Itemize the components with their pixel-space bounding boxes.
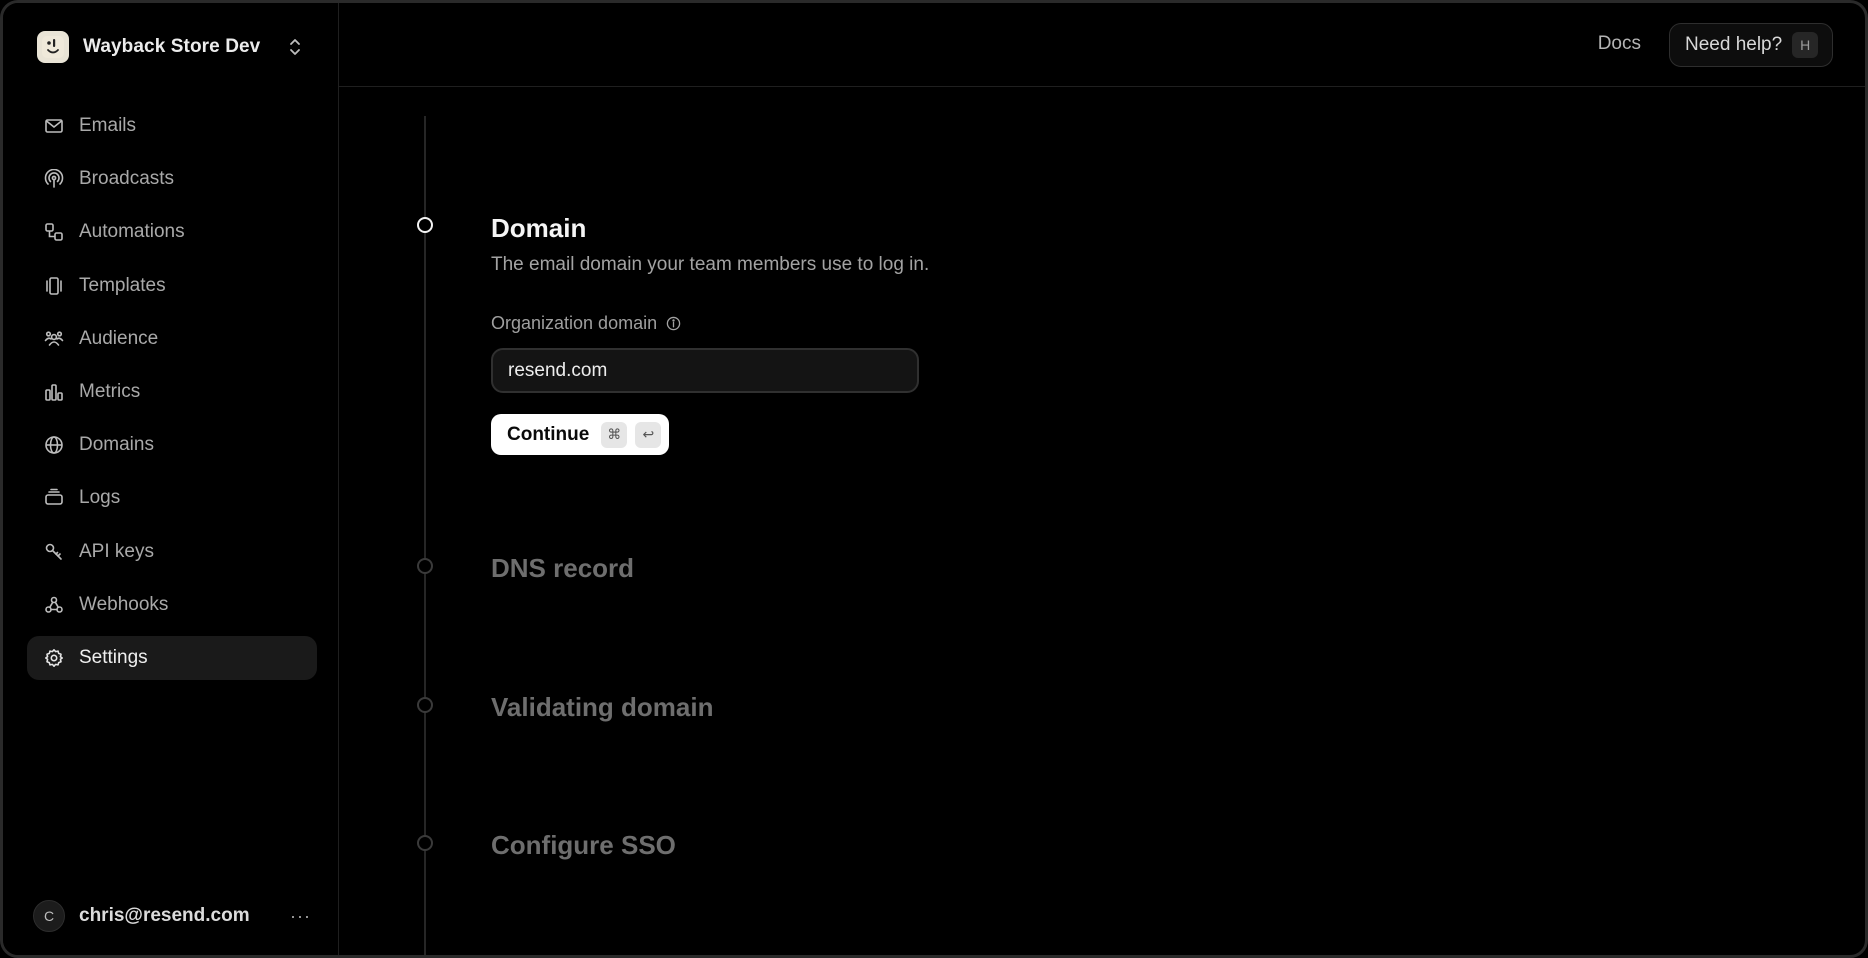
gear-icon: [43, 647, 65, 669]
sidebar-item-label: Settings: [79, 646, 148, 668]
step-description-domain: The email domain your team members use t…: [491, 254, 930, 275]
command-key-icon: ⌘: [601, 421, 628, 448]
step-title-domain: Domain: [491, 213, 587, 243]
avatar: C: [33, 900, 65, 932]
field-label-text: Organization domain: [491, 313, 658, 333]
step-indicator-validating: [417, 697, 433, 713]
audience-icon: [43, 328, 65, 350]
step-title-dns: DNS record: [491, 553, 635, 583]
sidebar: Wayback Store Dev Emails Broadcasts Auto…: [3, 3, 339, 955]
organization-domain-label: Organization domain: [491, 313, 681, 334]
sidebar-nav: Emails Broadcasts Automations Templates: [27, 104, 317, 689]
team-name: Wayback Store Dev: [83, 36, 261, 57]
team-logo: [37, 31, 69, 63]
step-title-sso: Configure SSO: [491, 830, 676, 860]
sidebar-item-logs[interactable]: Logs: [27, 476, 317, 520]
webhook-icon: [43, 594, 65, 616]
step-indicator-domain: [417, 217, 433, 233]
sidebar-item-label: Metrics: [79, 380, 141, 402]
continue-button[interactable]: Continue ⌘ ↩: [491, 414, 669, 455]
step-indicator-dns: [417, 558, 433, 574]
sidebar-item-emails[interactable]: Emails: [27, 104, 317, 148]
sidebar-item-automations[interactable]: Automations: [27, 210, 317, 254]
app-window: Wayback Store Dev Emails Broadcasts Auto…: [0, 0, 1868, 958]
team-switcher[interactable]: Wayback Store Dev: [37, 29, 307, 65]
key-icon: [43, 541, 65, 563]
sidebar-item-templates[interactable]: Templates: [27, 264, 317, 308]
globe-icon: [43, 434, 65, 456]
automation-icon: [43, 221, 65, 243]
sidebar-item-api-keys[interactable]: API keys: [27, 530, 317, 574]
sidebar-item-label: Logs: [79, 487, 121, 509]
more-options-icon[interactable]: ···: [290, 906, 311, 927]
sidebar-item-label: Broadcasts: [79, 168, 175, 190]
step-title-validating: Validating domain: [491, 692, 714, 722]
docs-link[interactable]: Docs: [1598, 33, 1641, 55]
templates-icon: [43, 275, 65, 297]
timeline-line: [424, 116, 426, 955]
sidebar-item-label: Automations: [79, 221, 185, 243]
organization-domain-input[interactable]: [491, 348, 919, 393]
sidebar-item-settings[interactable]: Settings: [27, 635, 317, 680]
continue-label: Continue: [507, 423, 590, 445]
sidebar-item-label: API keys: [79, 540, 154, 562]
sidebar-item-label: Templates: [79, 274, 166, 296]
sidebar-item-label: Audience: [79, 327, 159, 349]
sso-setup-stepper: Domain The email domain your team member…: [339, 88, 1865, 955]
sidebar-item-metrics[interactable]: Metrics: [27, 370, 317, 414]
help-shortcut-key: H: [1792, 32, 1819, 58]
sidebar-item-domains[interactable]: Domains: [27, 423, 317, 467]
sidebar-item-broadcasts[interactable]: Broadcasts: [27, 157, 317, 201]
mail-icon: [43, 115, 65, 137]
sidebar-item-label: Emails: [79, 115, 137, 136]
info-icon[interactable]: [665, 316, 681, 332]
sidebar-item-label: Webhooks: [79, 593, 169, 615]
need-help-label: Need help?: [1685, 34, 1783, 55]
broadcast-icon: [43, 168, 65, 190]
need-help-button[interactable]: Need help? H: [1669, 23, 1833, 67]
step-indicator-sso: [417, 835, 433, 851]
chevron-up-down-icon: [287, 36, 303, 58]
top-bar: Docs Need help? H: [339, 3, 1865, 87]
sidebar-item-label: Domains: [79, 434, 154, 456]
metrics-icon: [43, 381, 65, 403]
logs-icon: [43, 487, 65, 509]
user-menu[interactable]: C chris@resend.com ···: [33, 898, 313, 934]
sidebar-item-audience[interactable]: Audience: [27, 317, 317, 361]
enter-key-icon: ↩: [635, 421, 662, 448]
sidebar-item-webhooks[interactable]: Webhooks: [27, 583, 317, 627]
user-email: chris@resend.com: [79, 905, 250, 926]
